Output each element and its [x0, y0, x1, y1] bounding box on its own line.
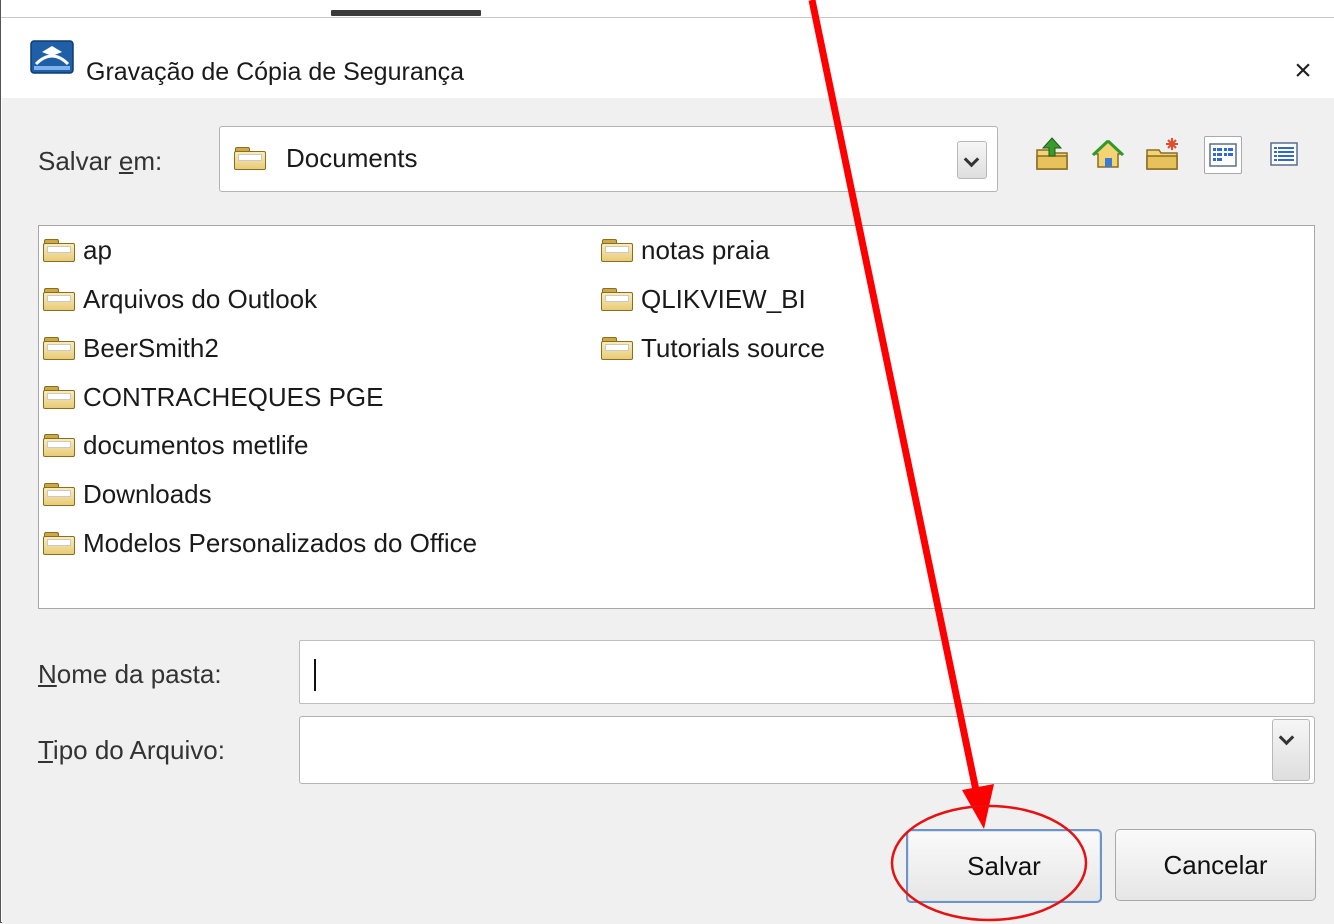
save-in-label: Salvar em: [38, 146, 163, 176]
folder-icon [43, 385, 75, 409]
save-in-combo[interactable]: Documents [219, 126, 998, 192]
details-view-icon[interactable] [1266, 136, 1302, 172]
folder-icon [43, 336, 75, 360]
dialog-title: Gravação de Cópia de Segurança [86, 58, 465, 86]
list-item[interactable]: ap [43, 230, 112, 270]
file-type-label: Tipo do Arquivo: [38, 735, 225, 765]
new-folder-icon[interactable] [1144, 136, 1180, 172]
chevron-down-icon[interactable] [1272, 719, 1310, 781]
list-item[interactable]: documentos metlife [43, 425, 308, 465]
save-button[interactable]: Salvar [906, 829, 1102, 903]
text-caret [314, 659, 316, 691]
home-icon[interactable] [1090, 136, 1126, 172]
folder-icon [43, 238, 75, 262]
list-view-icon [1209, 143, 1237, 167]
list-item[interactable]: Arquivos do Outlook [43, 279, 317, 319]
receita-federal-app-icon [30, 40, 74, 74]
folder-icon [43, 482, 75, 506]
folder-name-input[interactable] [299, 640, 1315, 704]
chevron-down-icon[interactable] [957, 141, 987, 179]
close-icon[interactable]: × [1286, 54, 1320, 88]
up-one-level-icon[interactable] [1034, 136, 1070, 172]
list-item[interactable]: CONTRACHEQUES PGE [43, 377, 384, 417]
folder-icon [601, 238, 633, 262]
folder-name-label: Nome da pasta: [38, 659, 222, 689]
dialog-window: Gravação de Cópia de Segurança × Salvar … [0, 0, 1334, 924]
title-bar: Gravação de Cópia de Segurança × [2, 18, 1334, 98]
cancel-button[interactable]: Cancelar [1115, 829, 1316, 901]
list-item[interactable]: Modelos Personalizados do Office [43, 523, 477, 563]
file-type-combo[interactable] [299, 716, 1315, 784]
folder-icon [43, 531, 75, 555]
save-in-value: Documents [286, 143, 418, 173]
folder-icon [601, 336, 633, 360]
list-item[interactable]: BeerSmith2 [43, 328, 219, 368]
list-item[interactable]: QLIKVIEW_BI [601, 279, 806, 319]
folder-icon [601, 287, 633, 311]
list-item[interactable]: Downloads [43, 474, 212, 514]
folder-icon [43, 287, 75, 311]
folder-icon [234, 147, 266, 170]
list-item[interactable]: notas praia [601, 230, 770, 270]
list-view-button[interactable] [1204, 136, 1242, 174]
background-window-strip [1, 0, 1334, 18]
folder-icon [43, 433, 75, 457]
background-window-tab [331, 10, 481, 16]
list-item[interactable]: Tutorials source [601, 328, 825, 368]
